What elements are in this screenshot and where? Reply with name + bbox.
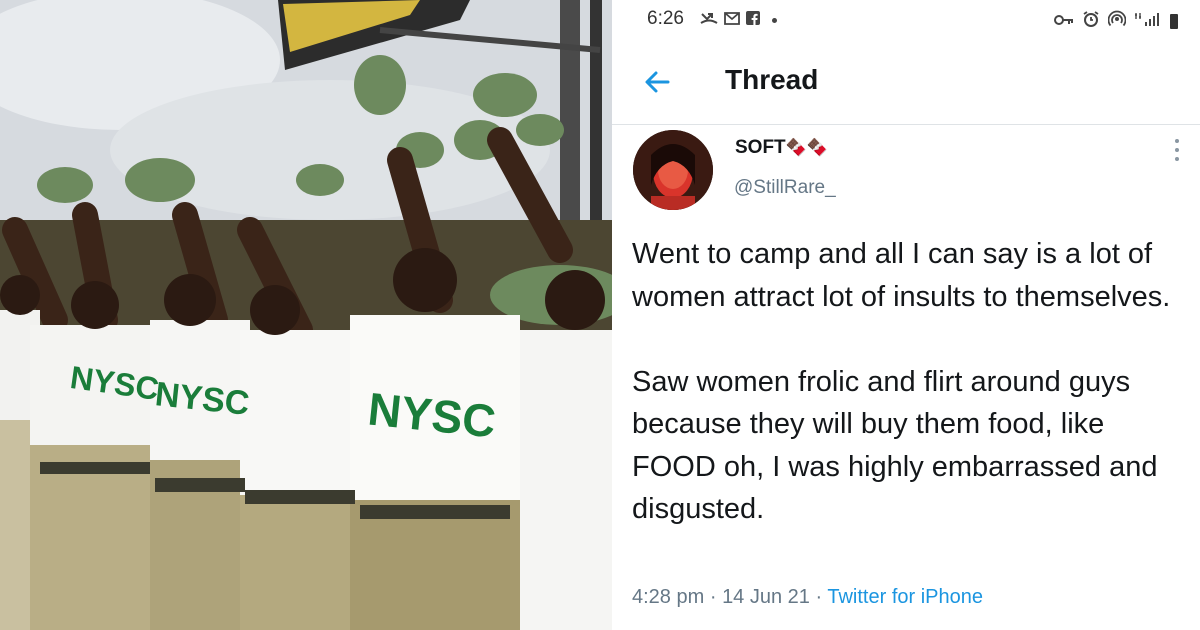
more-notifications-dot xyxy=(772,17,777,23)
avatar-image xyxy=(633,130,713,210)
facebook-icon xyxy=(746,11,760,29)
missed-call-icon xyxy=(700,10,718,30)
page-title: Thread xyxy=(725,64,819,95)
tweet-source-link[interactable]: Twitter for iPhone xyxy=(827,586,983,608)
tweet: SOFT🍫🍫 @StillRare_ Went to camp and all … xyxy=(612,125,1200,630)
tweet-date: 14 Jun 21 xyxy=(722,586,810,608)
photo-illustration xyxy=(0,0,612,630)
signal-icon xyxy=(1135,12,1161,31)
key-icon xyxy=(1054,13,1074,31)
meta-separator: · xyxy=(709,586,717,608)
display-name[interactable]: SOFT🍫🍫 xyxy=(735,137,828,159)
twitter-thread-screen: 6:26 Thread SOFT🍫🍫 @StillRare_ Went to c… xyxy=(612,0,1200,630)
alarm-icon xyxy=(1083,11,1099,32)
tweet-text: Went to camp and all I can say is a lot … xyxy=(632,238,1171,525)
more-options-icon[interactable] xyxy=(1170,139,1184,161)
system-status-icons xyxy=(1054,10,1178,33)
back-button[interactable] xyxy=(640,64,676,100)
thread-header: Thread xyxy=(612,46,1200,125)
battery-icon xyxy=(1170,14,1178,29)
hotspot-icon xyxy=(1107,10,1127,33)
meta-separator-2: · xyxy=(815,586,823,608)
gmail-icon xyxy=(724,11,740,29)
nysc-corps-members-photo: NYSC NYSC NYSC xyxy=(0,0,612,630)
status-bar: 6:26 xyxy=(612,0,1200,36)
status-time: 6:26 xyxy=(647,8,684,29)
tweet-time: 4:28 pm xyxy=(632,586,705,608)
name-emoji: 🍫🍫 xyxy=(785,138,829,157)
avatar[interactable] xyxy=(633,130,713,210)
display-name-text: SOFT xyxy=(735,137,786,158)
tweet-meta: 4:28 pm · 14 Jun 21 · Twitter for iPhone xyxy=(632,586,983,609)
back-arrow-icon xyxy=(645,71,670,93)
user-handle[interactable]: @StillRare_ xyxy=(734,177,836,199)
notification-icons xyxy=(700,10,777,30)
